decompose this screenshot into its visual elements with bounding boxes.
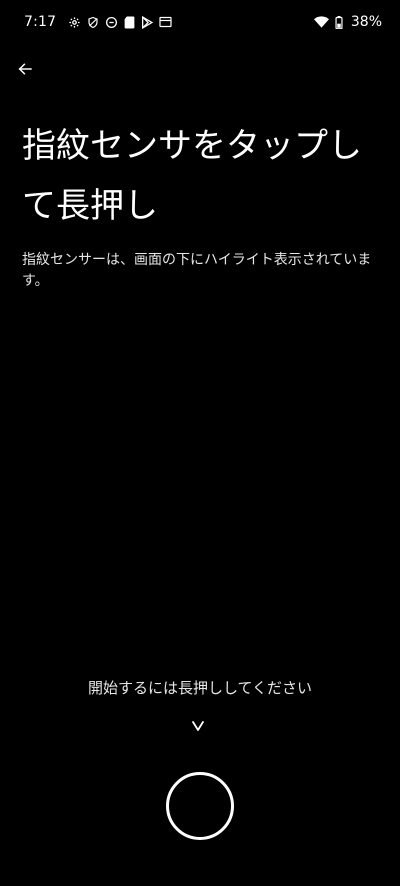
data-saver-icon <box>105 16 118 29</box>
back-button[interactable] <box>10 56 40 86</box>
status-left: 7:17 <box>24 14 172 30</box>
page-description: 指紋センサーは、画面の下にハイライト表示されています。 <box>22 252 372 289</box>
chevron-down-icon <box>186 716 210 736</box>
screen-cast-icon <box>159 16 172 28</box>
battery-icon <box>335 15 343 29</box>
wifi-icon <box>313 16 329 28</box>
page-title: 指紋センサをタップして長押し <box>22 126 362 226</box>
play-store-icon <box>141 15 154 29</box>
battery-percent: 38% <box>350 14 382 30</box>
shield-icon <box>87 16 99 29</box>
status-bar: 7:17 38% <box>0 0 400 44</box>
status-time: 7:17 <box>24 14 57 30</box>
arrow-left-icon <box>17 61 33 81</box>
sd-card-icon <box>124 16 135 29</box>
start-hint-text: 開始するには長押ししてください <box>87 679 313 697</box>
status-right: 38% <box>313 14 382 30</box>
fingerprint-sensor-target[interactable] <box>166 772 234 840</box>
settings-icon <box>68 16 81 29</box>
